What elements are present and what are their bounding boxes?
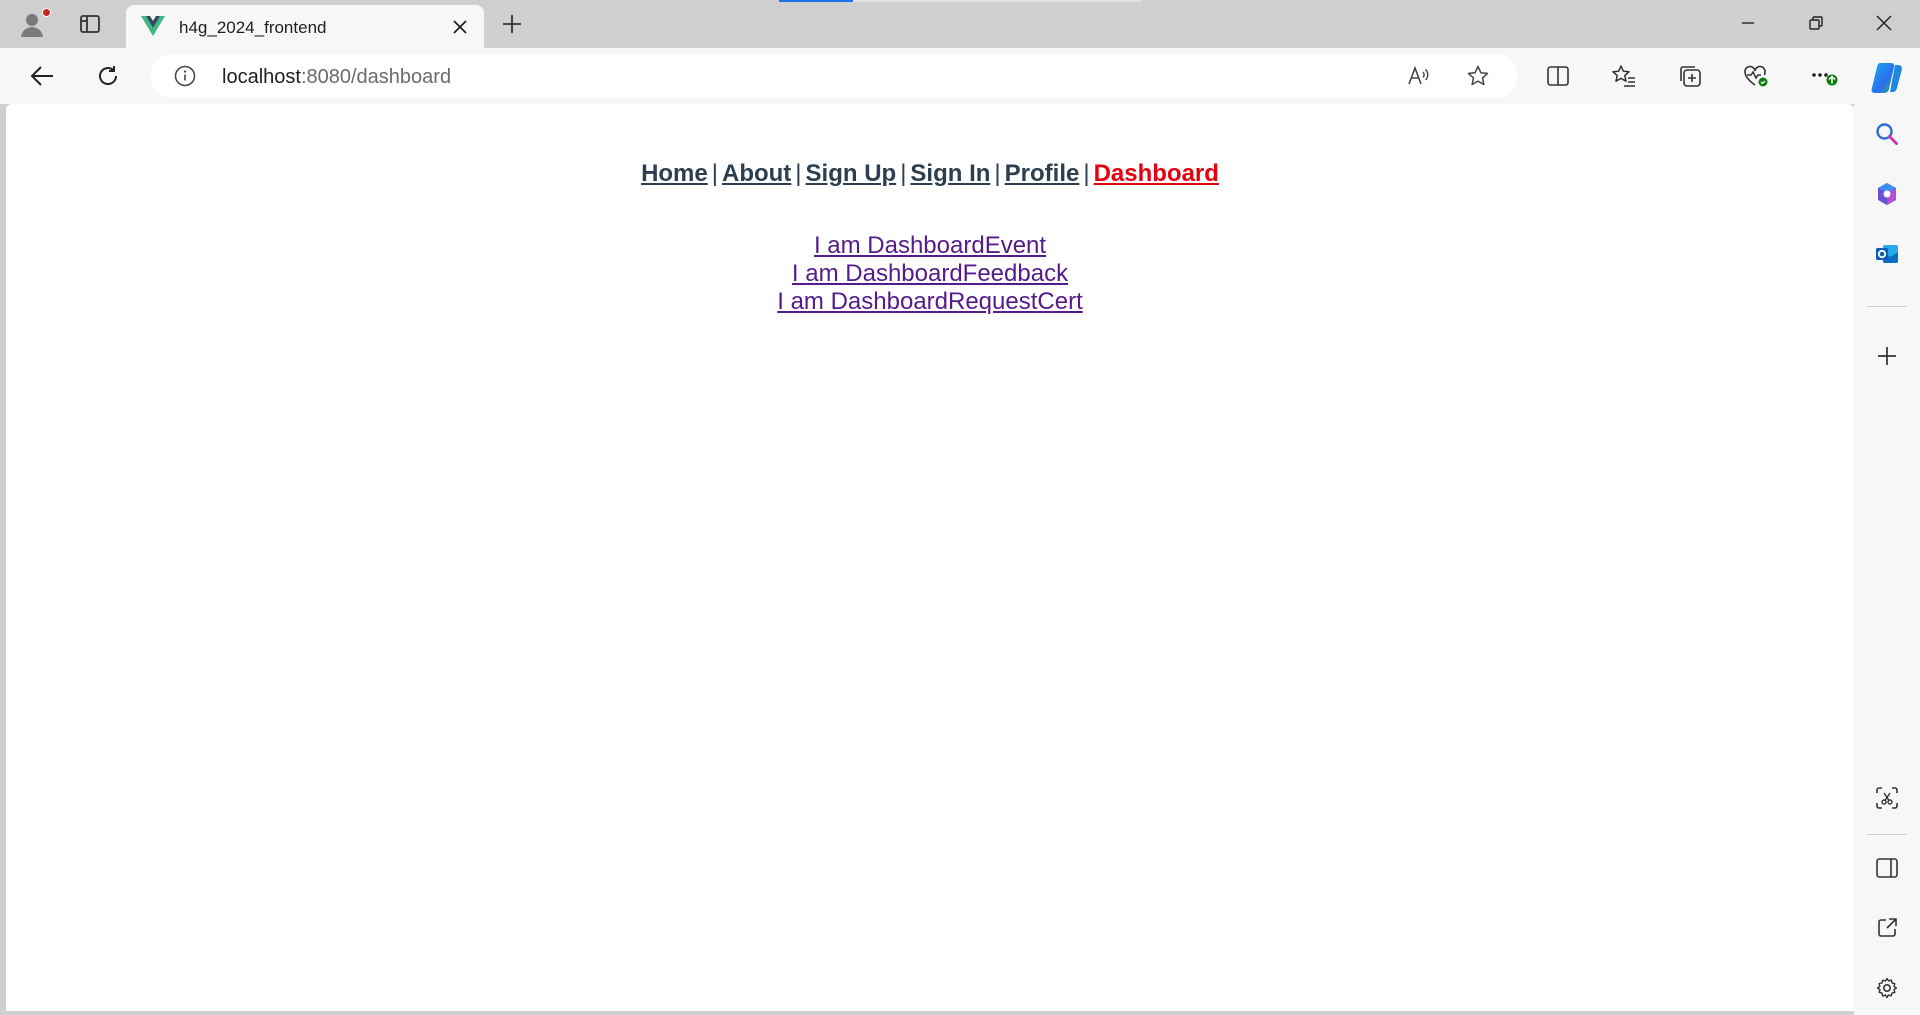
plus-icon (501, 13, 523, 35)
site-nav: Home | About | Sign Up | Sign In | Profile | Dashb… (6, 160, 1854, 188)
read-aloud-icon[interactable] (1406, 64, 1430, 88)
nav-link-sign-in[interactable]: Sign In (910, 160, 990, 187)
sidebar-settings-button[interactable] (1865, 966, 1909, 1010)
collections-icon (1678, 64, 1702, 88)
browser-tab-active[interactable]: h4g_2024_frontend (126, 5, 484, 48)
sidebar-open-external-button[interactable] (1865, 906, 1909, 950)
sidebar-toggle-icon (1875, 856, 1899, 880)
vue-logo-icon (141, 16, 165, 36)
copilot-icon (1867, 61, 1905, 95)
edge-sidebar (1854, 104, 1920, 1015)
restore-button[interactable] (1782, 0, 1850, 46)
close-window-button[interactable] (1850, 0, 1918, 46)
profile-button[interactable] (14, 6, 51, 42)
page-viewport: Home | About | Sign Up | Sign In | Profile | Dashb… (6, 104, 1854, 1011)
nav-link-about[interactable]: About (722, 160, 791, 187)
close-icon (453, 20, 467, 34)
sidebar-toggle-button[interactable] (1865, 846, 1909, 890)
back-button[interactable] (22, 56, 62, 96)
nav-separator: | (900, 160, 907, 187)
sidebar-divider (1867, 306, 1907, 307)
info-icon[interactable] (174, 65, 196, 87)
dashboard-request-cert-link[interactable]: I am DashboardRequestCert (777, 288, 1082, 316)
tab-actions-button[interactable] (72, 6, 108, 42)
url-path: :8080/dashboard (300, 66, 452, 88)
minimize-button[interactable] (1714, 0, 1782, 46)
dashboard-feedback-link[interactable]: I am DashboardFeedback (792, 260, 1068, 288)
restore-icon (1809, 16, 1823, 30)
tab-close-button[interactable] (448, 15, 472, 39)
sidebar-divider (1867, 834, 1907, 835)
url-text[interactable]: localhost:8080/dashboard (222, 66, 451, 89)
favorites-button[interactable] (1604, 56, 1644, 96)
nav-link-profile[interactable]: Profile (1005, 160, 1080, 187)
sidebar-add-button[interactable] (1865, 334, 1909, 378)
tab-actions-icon (79, 13, 101, 35)
sidebar-screenshot-button[interactable] (1865, 776, 1909, 820)
copilot-m365-icon (1874, 181, 1900, 207)
sidebar-copilot-m365-button[interactable] (1865, 172, 1909, 216)
browser-toolbar: localhost:8080/dashboard (0, 48, 1920, 104)
settings-gear-icon (1875, 976, 1899, 1000)
nav-link-sign-up[interactable]: Sign Up (806, 160, 897, 187)
nav-separator: | (994, 160, 1001, 187)
favorites-icon (1611, 64, 1637, 88)
dashboard-event-link[interactable]: I am DashboardEvent (814, 232, 1046, 260)
nav-separator: | (711, 160, 718, 187)
loading-progress-bar (779, 0, 1141, 2)
sidebar-outlook-button[interactable] (1865, 232, 1909, 276)
nav-separator: | (795, 160, 802, 187)
heart-pulse-icon (1743, 64, 1769, 88)
minimize-icon (1741, 16, 1755, 30)
screenshot-icon (1874, 785, 1900, 811)
notification-dot (42, 8, 51, 17)
close-icon (1876, 15, 1892, 31)
browser-essentials-button[interactable] (1736, 56, 1776, 96)
star-icon[interactable] (1466, 64, 1490, 88)
tab-strip: h4g_2024_frontend (0, 0, 1920, 48)
url-host: localhost (222, 66, 301, 88)
refresh-button[interactable] (88, 56, 128, 96)
back-arrow-icon (29, 63, 55, 89)
nav-separator: | (1083, 160, 1090, 187)
refresh-icon (96, 64, 120, 88)
nav-link-home[interactable]: Home (641, 160, 708, 187)
split-screen-button[interactable] (1538, 56, 1578, 96)
copilot-button[interactable] (1864, 56, 1908, 100)
open-external-icon (1875, 916, 1899, 940)
more-icon (1809, 63, 1839, 89)
sidebar-search-button[interactable] (1865, 112, 1909, 156)
dashboard-links: I am DashboardEvent I am DashboardFeedba… (6, 232, 1854, 316)
split-screen-icon (1546, 64, 1570, 88)
collections-button[interactable] (1670, 56, 1710, 96)
tab-title: h4g_2024_frontend (179, 18, 327, 37)
outlook-icon (1874, 241, 1900, 267)
more-button[interactable] (1804, 56, 1844, 96)
plus-icon (1876, 345, 1898, 367)
new-tab-button[interactable] (494, 6, 530, 42)
address-bar[interactable]: localhost:8080/dashboard (150, 54, 1518, 98)
nav-link-dashboard[interactable]: Dashboard (1094, 160, 1219, 187)
search-icon (1874, 121, 1900, 147)
